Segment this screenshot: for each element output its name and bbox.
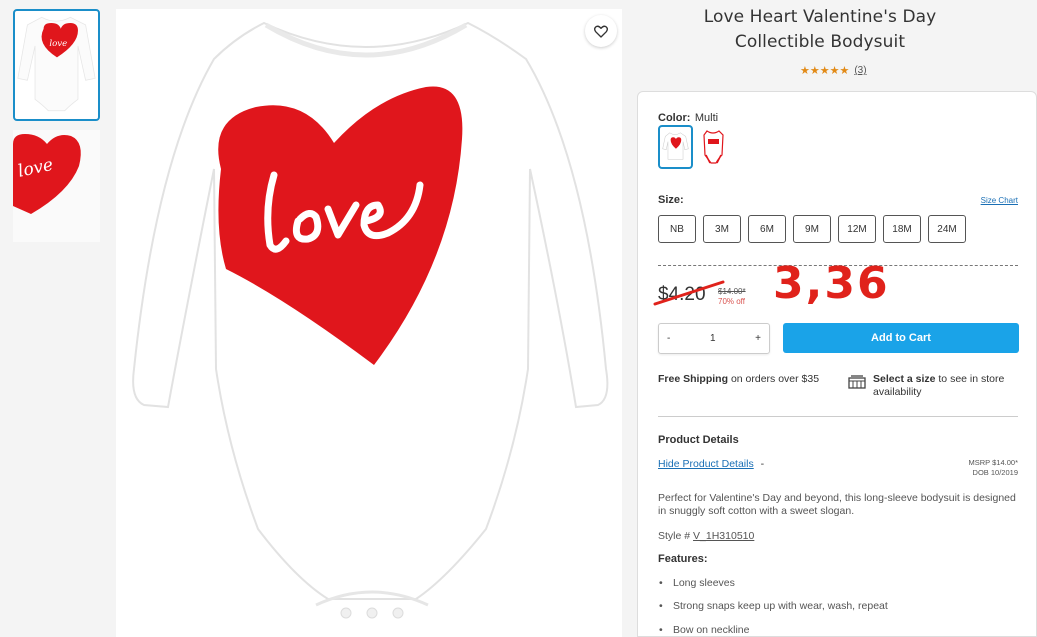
- product-description: Perfect for Valentine's Day and beyond, …: [658, 492, 1016, 517]
- hide-product-details-link[interactable]: Hide Product Details: [658, 458, 754, 470]
- size-option-6m[interactable]: 6M: [748, 215, 786, 243]
- toggle-dash: -: [760, 458, 765, 470]
- swatch-bodysuit-alt-image: [703, 130, 724, 164]
- feature-item: Bow on neckline: [659, 624, 750, 636]
- size-option-9m[interactable]: 9M: [793, 215, 831, 243]
- size-option-18m[interactable]: 18M: [883, 215, 921, 243]
- favorite-button[interactable]: [585, 15, 617, 47]
- increase-quantity-button[interactable]: +: [755, 333, 761, 344]
- product-title: Love Heart Valentine's Day Collectible B…: [703, 7, 937, 52]
- thumbnail-front[interactable]: love: [13, 9, 100, 121]
- swatch-bodysuit-image: [662, 132, 689, 160]
- color-value: Multi: [694, 112, 719, 124]
- color-swatch-multi[interactable]: [658, 125, 693, 169]
- review-count-link[interactable]: (3): [854, 65, 866, 76]
- size-option-3m[interactable]: 3M: [703, 215, 741, 243]
- main-product-image: [116, 9, 622, 637]
- add-to-cart-button[interactable]: Add to Cart: [783, 323, 1019, 353]
- msrp-price: $14.00*: [718, 287, 746, 296]
- features-heading: Features:: [658, 553, 708, 565]
- quantity-stepper: - 1 +: [658, 323, 770, 354]
- style-number-row: Style # V_1H310510: [658, 530, 755, 542]
- bodysuit-detail-thumbnail-image: love: [13, 130, 100, 242]
- msrp-dob-info: MSRP $14.00* DOB 10/2019: [969, 458, 1018, 478]
- free-shipping-note: Free Shipping on orders over $35: [658, 373, 820, 385]
- feature-item: Strong snaps keep up with wear, wash, re…: [659, 600, 888, 612]
- heart-outline-icon: [594, 25, 608, 38]
- rating: ★★★★★ (3): [800, 64, 867, 77]
- feature-item: Long sleeves: [659, 577, 735, 589]
- handwritten-price-annotation: 3,36: [773, 258, 890, 309]
- size-label: Size:: [658, 194, 684, 206]
- details-divider: [658, 416, 1018, 417]
- size-option-24m[interactable]: 24M: [928, 215, 966, 243]
- bodysuit-thumbnail-image: love: [17, 16, 96, 112]
- svg-text:love: love: [49, 39, 67, 49]
- store-availability-note: Select a size to see in store availabili…: [873, 373, 1005, 398]
- dob-note: DOB 10/2019: [972, 468, 1018, 477]
- price-details: $14.00* 70% off: [718, 287, 746, 307]
- purchase-panel: Color: Multi Size: Size Chart NB 3M 6M 9…: [637, 91, 1037, 637]
- size-option-nb[interactable]: NB: [658, 215, 696, 243]
- rating-stars: ★★★★★: [800, 65, 850, 77]
- decrease-quantity-button[interactable]: -: [667, 333, 670, 344]
- color-swatch-red-white[interactable]: [696, 125, 731, 169]
- size-option-12m[interactable]: 12M: [838, 215, 876, 243]
- style-number[interactable]: V_1H310510: [693, 530, 754, 542]
- store-icon: [848, 375, 866, 389]
- size-chart-link[interactable]: Size Chart: [981, 196, 1018, 205]
- quantity-input[interactable]: 1: [710, 333, 716, 344]
- price-strikethrough-mark: [653, 280, 725, 306]
- details-toggle-row: Hide Product Details -: [658, 458, 764, 470]
- bodysuit-image: [116, 9, 622, 637]
- thumbnail-detail[interactable]: love: [13, 130, 100, 242]
- color-label: Color: Multi: [658, 112, 719, 124]
- product-details-heading: Product Details: [658, 434, 739, 446]
- msrp-note: MSRP $14.00*: [968, 458, 1018, 467]
- discount-percent: 70% off: [718, 297, 745, 306]
